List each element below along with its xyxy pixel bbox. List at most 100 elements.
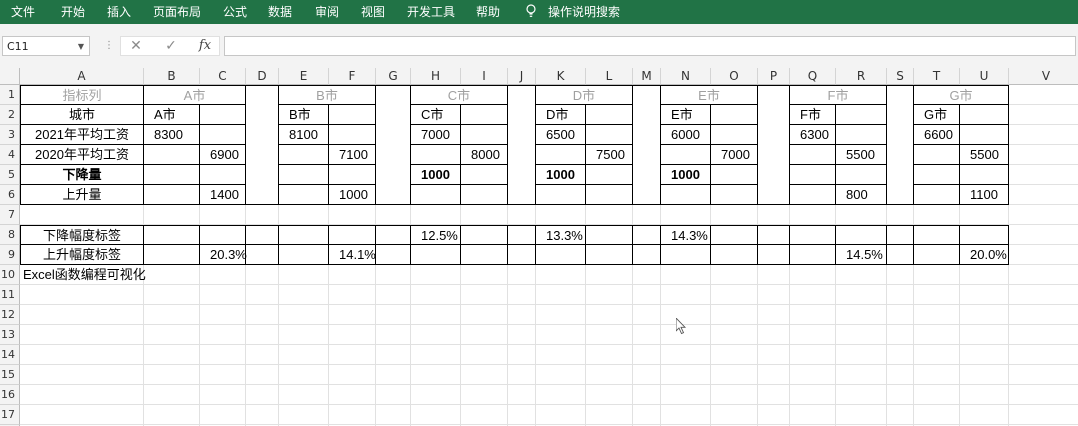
tab-page-layout[interactable]: 页面布局 — [153, 0, 201, 24]
cell-n7[interactable] — [661, 205, 711, 225]
cell-f15[interactable] — [329, 365, 376, 385]
cell-q10[interactable] — [790, 265, 836, 285]
cell-q9[interactable] — [790, 245, 836, 265]
cell-i12[interactable] — [461, 305, 508, 325]
cell-a9[interactable]: 上升幅度标签 — [20, 245, 144, 265]
cell-b2[interactable]: A市 — [144, 105, 200, 125]
cell-b11[interactable] — [144, 285, 200, 305]
cell-p15[interactable] — [758, 365, 790, 385]
cell-v9[interactable] — [1009, 245, 1078, 265]
cell-a8[interactable]: 下降幅度标签 — [20, 225, 144, 245]
row-header-8[interactable]: 8 — [0, 225, 20, 245]
cell-o13[interactable] — [711, 325, 758, 345]
cell-q12[interactable] — [790, 305, 836, 325]
tab-review[interactable]: 审阅 — [315, 0, 339, 24]
cell-j10[interactable] — [508, 265, 536, 285]
cell-u4[interactable]: 5500 — [960, 145, 1009, 165]
cell-e16[interactable] — [279, 385, 329, 405]
cell-l10[interactable] — [586, 265, 633, 285]
cell-m15[interactable] — [633, 365, 661, 385]
cell-h12[interactable] — [411, 305, 461, 325]
cell-d15[interactable] — [246, 365, 279, 385]
cell-o8[interactable] — [711, 225, 758, 245]
cell-u2[interactable] — [960, 105, 1009, 125]
cell-v2[interactable] — [1009, 105, 1078, 125]
cell-t6[interactable] — [914, 185, 960, 205]
cell-b16[interactable] — [144, 385, 200, 405]
cell-p12[interactable] — [758, 305, 790, 325]
cell-b12[interactable] — [144, 305, 200, 325]
column-header-e[interactable]: E — [279, 68, 329, 85]
cell-i17[interactable] — [461, 405, 508, 425]
column-header-b[interactable]: B — [144, 68, 200, 85]
cell-g17[interactable] — [376, 405, 411, 425]
cell-r6[interactable]: 800 — [836, 185, 887, 205]
cell-n11[interactable] — [661, 285, 711, 305]
cell-r4[interactable]: 5500 — [836, 145, 887, 165]
cell-d17[interactable] — [246, 405, 279, 425]
cell-n14[interactable] — [661, 345, 711, 365]
cell-t14[interactable] — [914, 345, 960, 365]
tab-data[interactable]: 数据 — [268, 0, 292, 24]
cell-u8[interactable] — [960, 225, 1009, 245]
cell-k4[interactable] — [536, 145, 586, 165]
cell-r10[interactable] — [836, 265, 887, 285]
cell-v8[interactable] — [1009, 225, 1078, 245]
cell-m13[interactable] — [633, 325, 661, 345]
cell-h13[interactable] — [411, 325, 461, 345]
cell-m10[interactable] — [633, 265, 661, 285]
cell-u10[interactable] — [960, 265, 1009, 285]
column-header-h[interactable]: H — [411, 68, 461, 85]
cell-l12[interactable] — [586, 305, 633, 325]
cell-p17[interactable] — [758, 405, 790, 425]
cell-v11[interactable] — [1009, 285, 1078, 305]
cell-c16[interactable] — [200, 385, 246, 405]
cell-l16[interactable] — [586, 385, 633, 405]
cell-f12[interactable] — [329, 305, 376, 325]
cell-v7[interactable] — [1009, 205, 1078, 225]
cell-kl1-header[interactable]: D市 — [536, 85, 633, 105]
cell-o7[interactable] — [711, 205, 758, 225]
cell-l8[interactable] — [586, 225, 633, 245]
column-header-d[interactable]: D — [246, 68, 279, 85]
cell-u16[interactable] — [960, 385, 1009, 405]
row-header-16[interactable]: 16 — [0, 385, 20, 405]
cell-r14[interactable] — [836, 345, 887, 365]
cell-u12[interactable] — [960, 305, 1009, 325]
cell-h3[interactable]: 7000 — [411, 125, 461, 145]
cell-m8[interactable] — [633, 225, 661, 245]
row-header-9[interactable]: 9 — [0, 245, 20, 265]
cell-r15[interactable] — [836, 365, 887, 385]
cell-h10[interactable] — [411, 265, 461, 285]
cell-j1-merged[interactable] — [508, 85, 536, 205]
cell-m11[interactable] — [633, 285, 661, 305]
cell-e12[interactable] — [279, 305, 329, 325]
cell-a16[interactable] — [20, 385, 144, 405]
cell-t16[interactable] — [914, 385, 960, 405]
row-header-1[interactable]: 1 — [0, 85, 20, 105]
cell-k12[interactable] — [536, 305, 586, 325]
cell-i15[interactable] — [461, 365, 508, 385]
cell-a2[interactable]: 城市 — [20, 105, 144, 125]
cell-b9[interactable] — [144, 245, 200, 265]
cell-n17[interactable] — [661, 405, 711, 425]
cell-t17[interactable] — [914, 405, 960, 425]
cell-q3[interactable]: 6300 — [790, 125, 836, 145]
cell-t7[interactable] — [914, 205, 960, 225]
cell-p10[interactable] — [758, 265, 790, 285]
cell-f17[interactable] — [329, 405, 376, 425]
cell-j16[interactable] — [508, 385, 536, 405]
cell-o5[interactable] — [711, 165, 758, 185]
cell-r12[interactable] — [836, 305, 887, 325]
row-header-3[interactable]: 3 — [0, 125, 20, 145]
cell-e11[interactable] — [279, 285, 329, 305]
cell-j17[interactable] — [508, 405, 536, 425]
cell-f14[interactable] — [329, 345, 376, 365]
cell-h15[interactable] — [411, 365, 461, 385]
cell-r8[interactable] — [836, 225, 887, 245]
cell-l17[interactable] — [586, 405, 633, 425]
row-header-4[interactable]: 4 — [0, 145, 20, 165]
cell-i4[interactable]: 8000 — [461, 145, 508, 165]
column-header-k[interactable]: K — [536, 68, 586, 85]
cell-g11[interactable] — [376, 285, 411, 305]
